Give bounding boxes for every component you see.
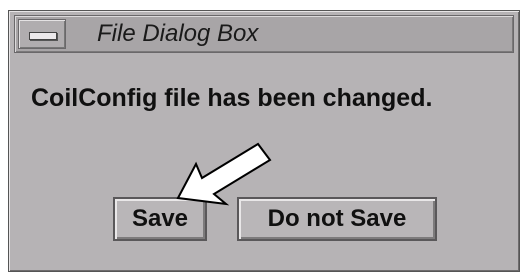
- window-menu-icon: [29, 32, 57, 40]
- do-not-save-button[interactable]: Do not Save: [237, 197, 437, 241]
- window-title: File Dialog Box: [97, 20, 259, 47]
- dialog-message: CoilConfig file has been changed.: [31, 84, 433, 112]
- file-dialog-window: File Dialog Box CoilConfig file has been…: [8, 10, 520, 272]
- save-button[interactable]: Save: [113, 197, 207, 241]
- window-menu-button[interactable]: [18, 19, 66, 49]
- title-bar[interactable]: File Dialog Box: [14, 15, 514, 53]
